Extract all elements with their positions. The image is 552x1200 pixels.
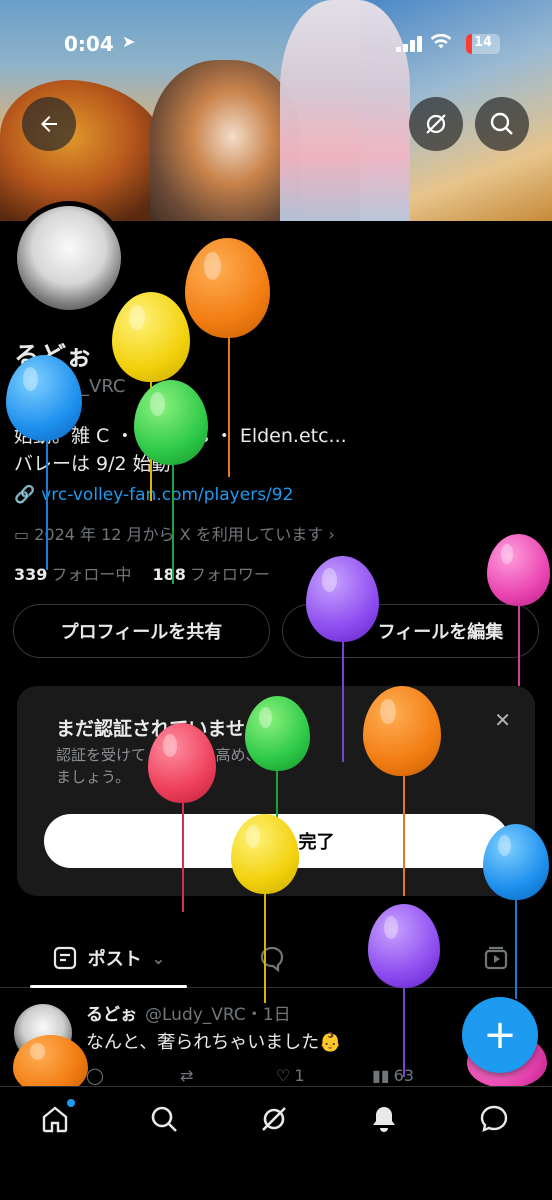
balloon-purple: [368, 904, 440, 988]
post-text: なんと、奢られちゃいました👶: [86, 1032, 342, 1053]
follow-stats: 339 フォロー中 188 フォロワー: [14, 561, 270, 585]
joined-date[interactable]: ▭ 2024 年 12 月から X を利用しています ›: [14, 521, 335, 545]
reply-icon: ◯: [86, 1066, 104, 1085]
joined-text: 2024 年 12 月から X を利用しています: [34, 525, 324, 544]
balloon-string: [228, 337, 230, 477]
back-button[interactable]: [22, 97, 76, 151]
tab-replies[interactable]: [256, 942, 288, 974]
heart-icon: ♡: [276, 1066, 291, 1085]
calendar-icon: ▭: [14, 525, 30, 544]
verification-title: まだ認証されていませ: [56, 718, 245, 740]
balloon-red: [148, 723, 216, 803]
wifi-icon: [430, 33, 452, 55]
location-arrow-icon: ➤: [122, 32, 136, 51]
like-count: 1: [294, 1066, 305, 1085]
balloon-pink: [487, 534, 550, 606]
followers-label: フォロワー: [189, 565, 270, 584]
chevron-down-icon: ⌄: [151, 948, 166, 968]
bottom-nav: [0, 1086, 552, 1200]
banner-tree: [0, 80, 170, 221]
balloon-orange: [185, 238, 270, 338]
balloon-string: [403, 776, 405, 896]
share-profile-button[interactable]: プロフィールを共有: [13, 604, 270, 658]
post-header: るどぉ @Ludy_VRC・1日: [86, 1000, 291, 1025]
tab-underline: [30, 985, 187, 988]
status-bar: 0:04 ➤ 14: [0, 28, 552, 64]
balloon-string: [182, 802, 184, 912]
search-icon: [151, 1106, 177, 1132]
notification-dot: [67, 1099, 75, 1107]
grok-icon: [262, 1107, 286, 1131]
balloon-yellow: [231, 814, 299, 894]
search-icon: [490, 112, 513, 135]
media-icon: [484, 946, 508, 970]
balloon-orange: [363, 686, 441, 776]
profile-link[interactable]: 🔗 vrc-volley-fan.com/players/92: [14, 485, 293, 505]
bell-icon: [373, 1107, 395, 1132]
nav-home[interactable]: [37, 1099, 75, 1137]
followers-count: 188: [152, 565, 186, 584]
link-icon: 🔗: [14, 485, 36, 505]
home-icon: [42, 1106, 68, 1133]
repost-icon: ⇄: [180, 1066, 194, 1085]
post-meta: @Ludy_VRC・1日: [145, 1005, 291, 1025]
message-icon: [480, 1105, 508, 1132]
reply-icon: [260, 946, 284, 972]
nav-notifications[interactable]: [366, 1101, 402, 1137]
balloon-blue: [6, 355, 82, 441]
views-action[interactable]: ▮▮63: [372, 1066, 414, 1085]
verification-cta-label: 完了: [298, 832, 335, 853]
balloon-green: [245, 696, 310, 771]
balloon-purple: [306, 556, 379, 642]
profile-link-text[interactable]: vrc-volley-fan.com/players/92: [41, 485, 293, 505]
tab-posts-label: ポスト: [87, 949, 142, 970]
battery-icon: 14: [466, 34, 500, 54]
like-action[interactable]: ♡ 1: [276, 1066, 305, 1085]
arrow-left-icon: [41, 116, 57, 132]
profile-avatar[interactable]: [12, 201, 126, 315]
nav-grok[interactable]: [256, 1101, 292, 1137]
close-icon[interactable]: ✕: [494, 708, 511, 732]
balloon-blue: [483, 824, 549, 900]
following-link[interactable]: 339 フォロー中: [14, 565, 131, 584]
nav-messages[interactable]: [476, 1101, 512, 1137]
repost-action[interactable]: ⇄: [180, 1066, 193, 1085]
grok-icon: [426, 114, 446, 134]
battery-level: 14: [473, 35, 493, 50]
views-icon: ▮▮: [372, 1066, 390, 1085]
balloon-yellow: [112, 292, 190, 382]
compose-button[interactable]: +: [462, 997, 538, 1073]
bio-line-2: バレーは 9/2 始動: [14, 453, 171, 475]
grok-button[interactable]: [409, 97, 463, 151]
chevron-right-icon: ›: [328, 525, 335, 544]
balloon-string: [46, 440, 48, 570]
balloon-green: [134, 380, 208, 465]
status-time: 0:04: [64, 32, 114, 56]
banner-avatar-left: [150, 60, 300, 221]
profile-tabs: ポスト ⌄: [0, 928, 552, 988]
balloon-string: [264, 893, 266, 1003]
post-author: るどぉ: [86, 1005, 137, 1025]
balloon-string: [403, 987, 405, 1077]
followers-link[interactable]: 188 フォロワー: [153, 565, 270, 584]
following-label: フォロー中: [51, 565, 132, 584]
signal-icon: [396, 36, 424, 52]
plus-icon: +: [483, 1012, 517, 1058]
balloon-string: [518, 606, 520, 686]
following-count: 339: [14, 565, 48, 584]
balloon-string: [515, 899, 517, 999]
post-icon: [53, 946, 76, 970]
bio-line-1: 始動。雑 C ・ Limbus ・ Elden.etc...: [14, 425, 347, 447]
balloon-string: [172, 464, 174, 584]
search-button[interactable]: [475, 97, 529, 151]
profile-handle: _VRC: [80, 376, 126, 397]
tab-media[interactable]: [480, 942, 512, 974]
reply-action[interactable]: ◯: [86, 1066, 104, 1085]
balloon-string: [342, 642, 344, 762]
tab-posts[interactable]: ポスト ⌄: [30, 928, 187, 988]
nav-explore[interactable]: [146, 1101, 182, 1137]
profile-bio: 始動。雑 C ・ Limbus ・ Elden.etc... バレーは 9/2 …: [14, 422, 534, 478]
avatar-image: [17, 206, 121, 310]
